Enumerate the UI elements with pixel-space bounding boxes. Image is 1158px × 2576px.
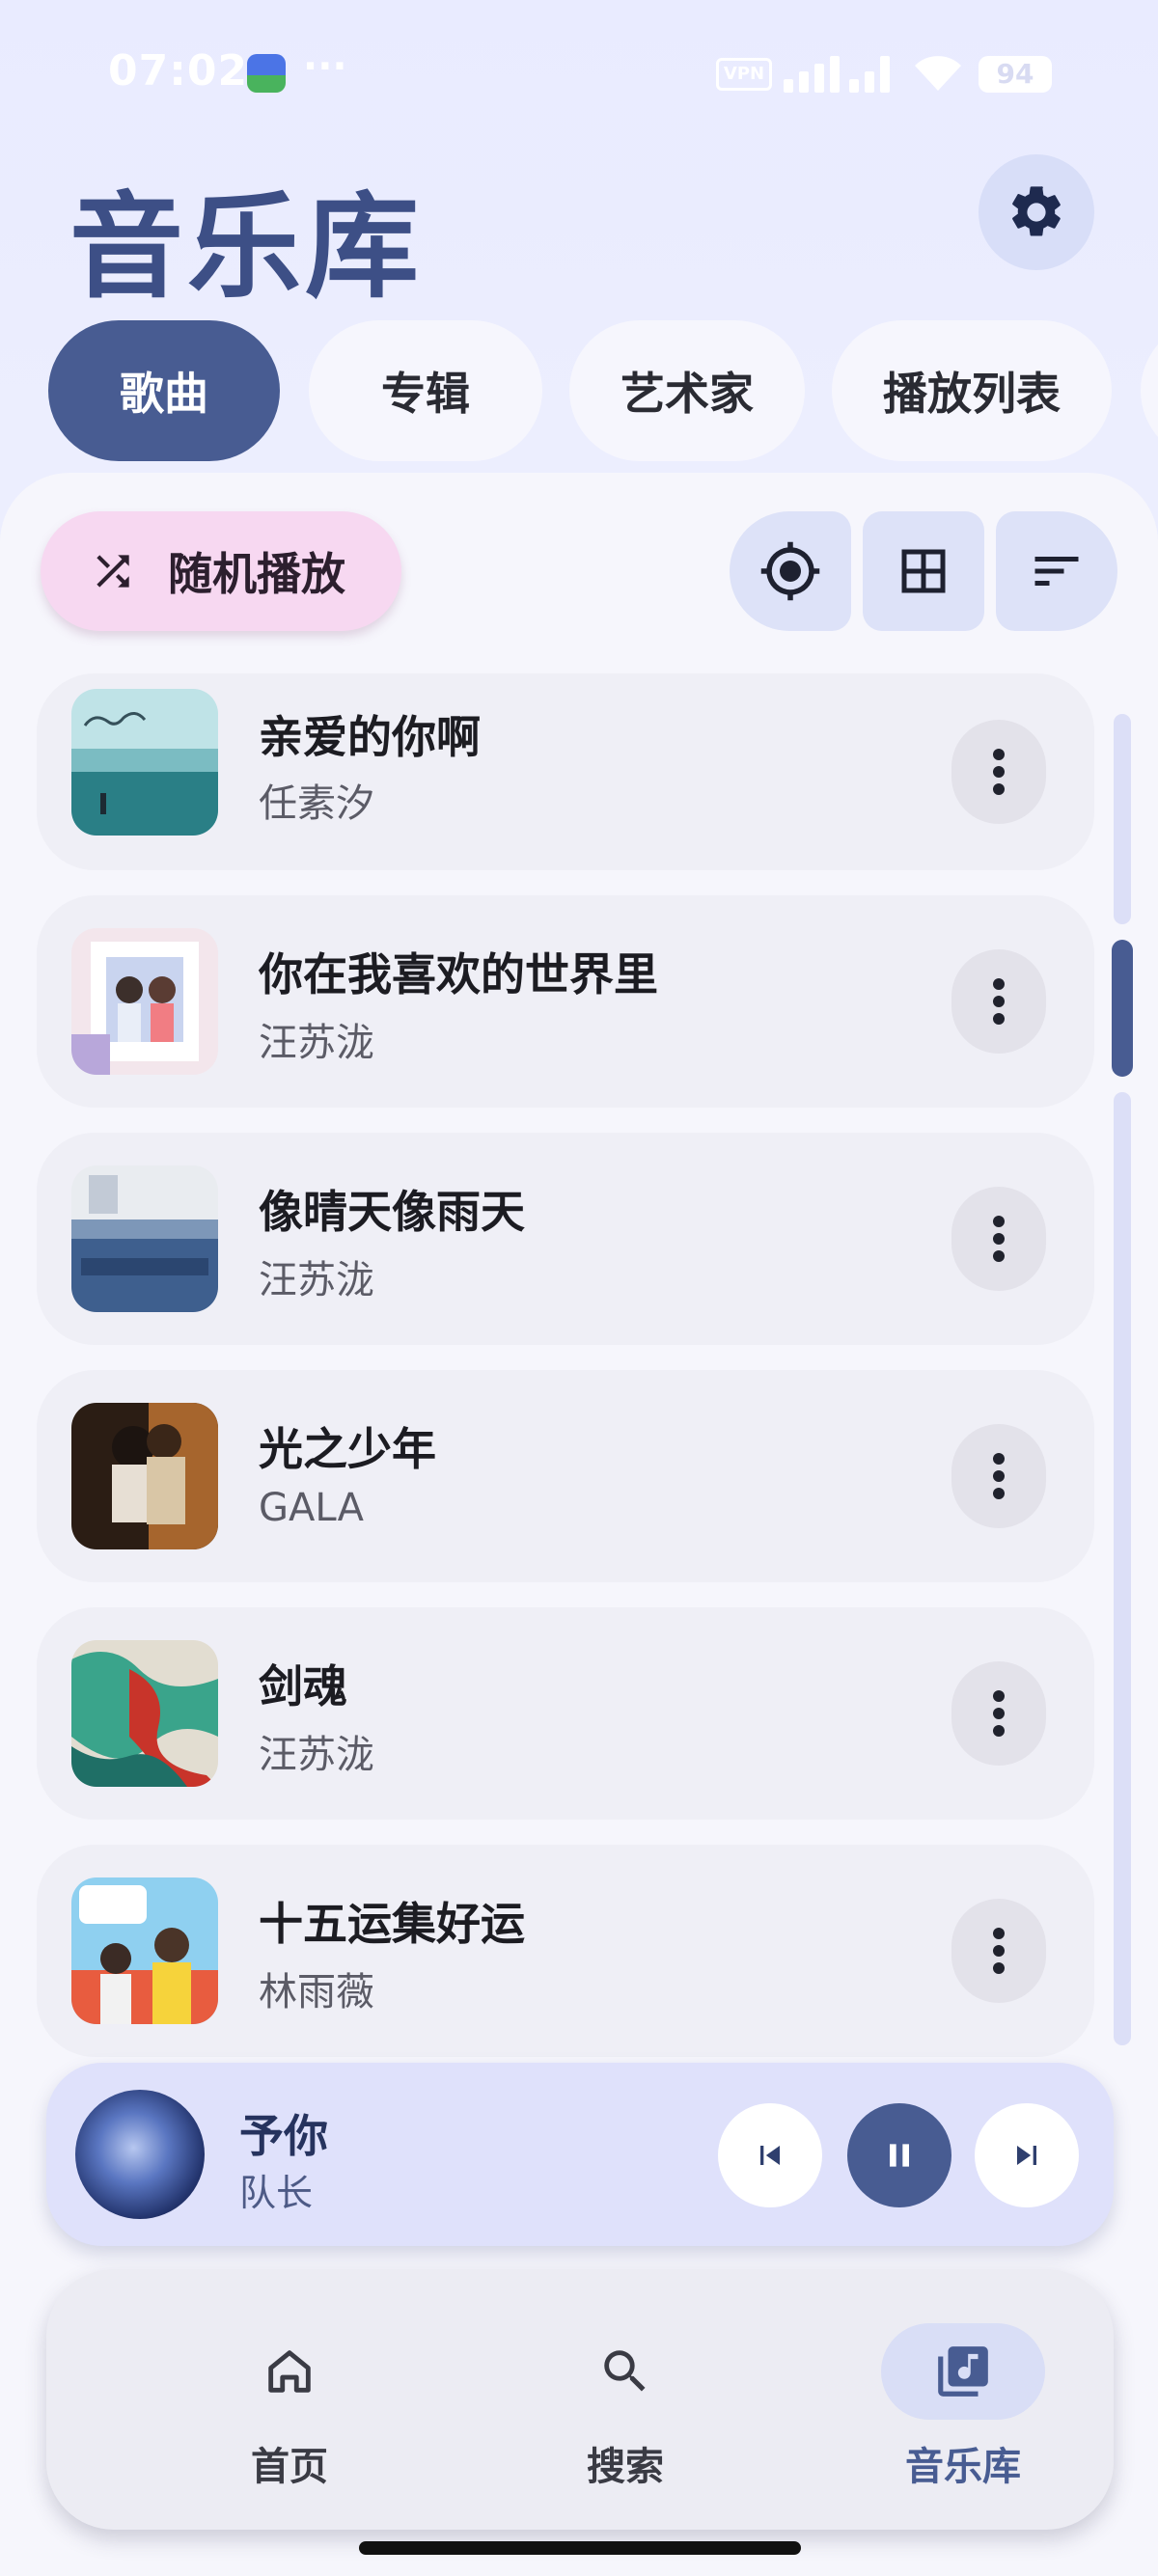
status-time: 07:02 bbox=[108, 46, 249, 96]
app-notification-icon bbox=[247, 54, 286, 93]
song-row[interactable]: 你在我喜欢的世界里 汪苏泷 bbox=[37, 895, 1094, 1108]
tab-artists[interactable]: 艺术家 bbox=[569, 320, 805, 461]
home-icon bbox=[268, 2350, 311, 2393]
scroll-track-lower bbox=[1114, 1092, 1131, 2045]
nav-library-icon-wrap bbox=[881, 2323, 1045, 2420]
song-row[interactable]: 剑魂 汪苏泷 bbox=[37, 1607, 1094, 1820]
scroll-thumb[interactable] bbox=[1112, 940, 1133, 1077]
nav-label-home: 首页 bbox=[251, 2445, 328, 2489]
skip-next-icon bbox=[1017, 2146, 1036, 2165]
settings-button[interactable] bbox=[979, 154, 1094, 270]
more-options-button[interactable] bbox=[951, 1661, 1046, 1766]
song-title: 你在我喜欢的世界里 bbox=[259, 948, 658, 1000]
song-row[interactable]: 十五运集好运 林雨薇 bbox=[37, 1845, 1094, 2057]
album-cover bbox=[71, 1403, 218, 1549]
album-cover bbox=[71, 689, 218, 836]
scrollbar[interactable] bbox=[1112, 714, 1133, 2045]
category-tabs: 歌曲 专辑 艺术家 播放列表 bbox=[48, 320, 1158, 461]
song-title: 光之少年 bbox=[259, 1423, 436, 1475]
scroll-track-upper bbox=[1114, 714, 1131, 924]
now-playing-cover bbox=[75, 2090, 205, 2219]
status-bar: 07:02 ··· VPN 94 bbox=[0, 0, 1158, 145]
locate-current-button[interactable] bbox=[730, 511, 851, 631]
grid-view-icon bbox=[901, 549, 946, 593]
song-title: 剑魂 bbox=[259, 1660, 347, 1713]
grid-view-button[interactable] bbox=[863, 511, 984, 631]
home-indicator[interactable] bbox=[359, 2541, 801, 2555]
shuffle-label: 随机播放 bbox=[168, 548, 345, 600]
tab-more[interactable] bbox=[1141, 320, 1158, 461]
now-playing-title: 予你 bbox=[239, 2110, 328, 2162]
song-artist: GALA bbox=[259, 1486, 364, 1530]
battery-icon: 94 bbox=[979, 56, 1052, 93]
previous-button[interactable] bbox=[718, 2103, 822, 2207]
song-row[interactable]: 光之少年 GALA bbox=[37, 1370, 1094, 1582]
pause-button[interactable] bbox=[847, 2103, 951, 2207]
tab-songs[interactable]: 歌曲 bbox=[48, 320, 280, 461]
more-vert-icon bbox=[993, 1690, 1005, 1737]
sort-icon bbox=[1034, 557, 1079, 586]
shuffle-icon bbox=[96, 555, 129, 588]
more-options-button[interactable] bbox=[951, 949, 1046, 1054]
skip-previous-icon bbox=[760, 2146, 780, 2165]
nav-item-library[interactable]: 音乐库 bbox=[847, 2269, 1079, 2530]
tab-albums[interactable]: 专辑 bbox=[309, 320, 542, 461]
song-artist: 任素汐 bbox=[259, 781, 374, 826]
more-vert-icon bbox=[993, 978, 1005, 1025]
gear-icon bbox=[1012, 186, 1061, 236]
signal-icon bbox=[784, 54, 899, 93]
more-vert-icon bbox=[993, 1928, 1005, 1974]
song-artist: 汪苏泷 bbox=[259, 1021, 374, 1065]
mini-player[interactable]: 予你 队长 bbox=[46, 2063, 1114, 2246]
more-options-button[interactable] bbox=[951, 1424, 1046, 1528]
song-artist: 汪苏泷 bbox=[259, 1258, 374, 1302]
song-row[interactable]: 亲爱的你啊 任素汐 bbox=[37, 673, 1094, 870]
song-artist: 林雨薇 bbox=[259, 1970, 374, 2014]
more-options-button[interactable] bbox=[951, 1899, 1046, 2003]
nav-home-icon-wrap bbox=[207, 2323, 372, 2420]
more-notifications-icon: ··· bbox=[303, 44, 347, 89]
nav-search-icon-wrap bbox=[543, 2323, 707, 2420]
nav-label-search: 搜索 bbox=[587, 2445, 664, 2489]
more-vert-icon bbox=[993, 1216, 1005, 1262]
sort-button[interactable] bbox=[996, 511, 1117, 631]
tab-playlists[interactable]: 播放列表 bbox=[832, 320, 1112, 461]
song-row[interactable]: 像晴天像雨天 汪苏泷 bbox=[37, 1133, 1094, 1345]
nav-item-search[interactable]: 搜索 bbox=[510, 2269, 741, 2530]
nav-label-library: 音乐库 bbox=[905, 2445, 1021, 2489]
album-cover bbox=[71, 928, 218, 1075]
locate-icon bbox=[760, 541, 820, 601]
song-title: 十五运集好运 bbox=[259, 1898, 525, 1950]
bottom-navigation: 首页 搜索 音乐库 bbox=[46, 2269, 1114, 2530]
search-icon bbox=[604, 2350, 646, 2392]
nav-item-home[interactable]: 首页 bbox=[174, 2269, 405, 2530]
wifi-icon bbox=[915, 56, 961, 91]
more-vert-icon bbox=[993, 749, 1005, 795]
album-cover bbox=[71, 1877, 218, 2024]
pause-icon bbox=[890, 2144, 909, 2167]
album-cover bbox=[71, 1640, 218, 1787]
more-options-button[interactable] bbox=[951, 1187, 1046, 1291]
song-title: 亲爱的你啊 bbox=[259, 711, 481, 763]
shuffle-play-button[interactable]: 随机播放 bbox=[41, 511, 401, 631]
vpn-icon: VPN bbox=[716, 58, 772, 91]
library-music-icon bbox=[938, 2346, 988, 2397]
page-title: 音乐库 bbox=[69, 180, 424, 314]
album-cover bbox=[71, 1165, 218, 1312]
now-playing-artist: 队长 bbox=[239, 2172, 314, 2214]
song-artist: 汪苏泷 bbox=[259, 1733, 374, 1777]
song-title: 像晴天像雨天 bbox=[259, 1186, 525, 1238]
more-options-button[interactable] bbox=[951, 720, 1046, 824]
more-vert-icon bbox=[993, 1453, 1005, 1499]
next-button[interactable] bbox=[975, 2103, 1079, 2207]
